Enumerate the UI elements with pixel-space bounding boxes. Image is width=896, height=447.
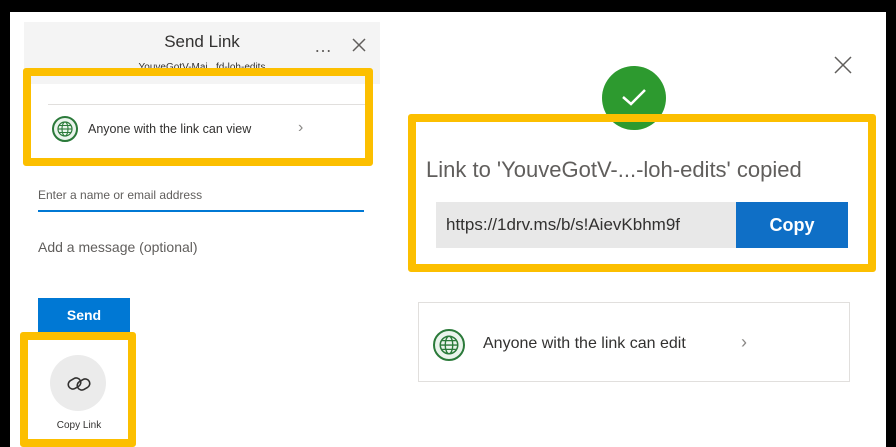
send-button[interactable]: Send [38,298,130,332]
message-input[interactable] [38,232,364,262]
chevron-right-icon: › [741,332,747,352]
share-dialog: Send Link YouveGotV-Mai...fd-loh-edits …… [10,12,886,447]
ellipsis-icon[interactable]: … [314,36,333,57]
highlight-permission [23,68,373,166]
highlight-copy-link [20,332,136,447]
close-icon[interactable] [832,54,854,76]
recipient-input[interactable] [38,180,364,212]
permission-label: Anyone with the link can edit [483,335,686,352]
checkmark-icon [622,89,646,106]
close-icon[interactable] [350,36,368,54]
highlight-copied-link [408,114,876,272]
link-permission-edit[interactable]: Anyone with the link can edit › [418,302,850,382]
globe-icon [433,329,465,361]
